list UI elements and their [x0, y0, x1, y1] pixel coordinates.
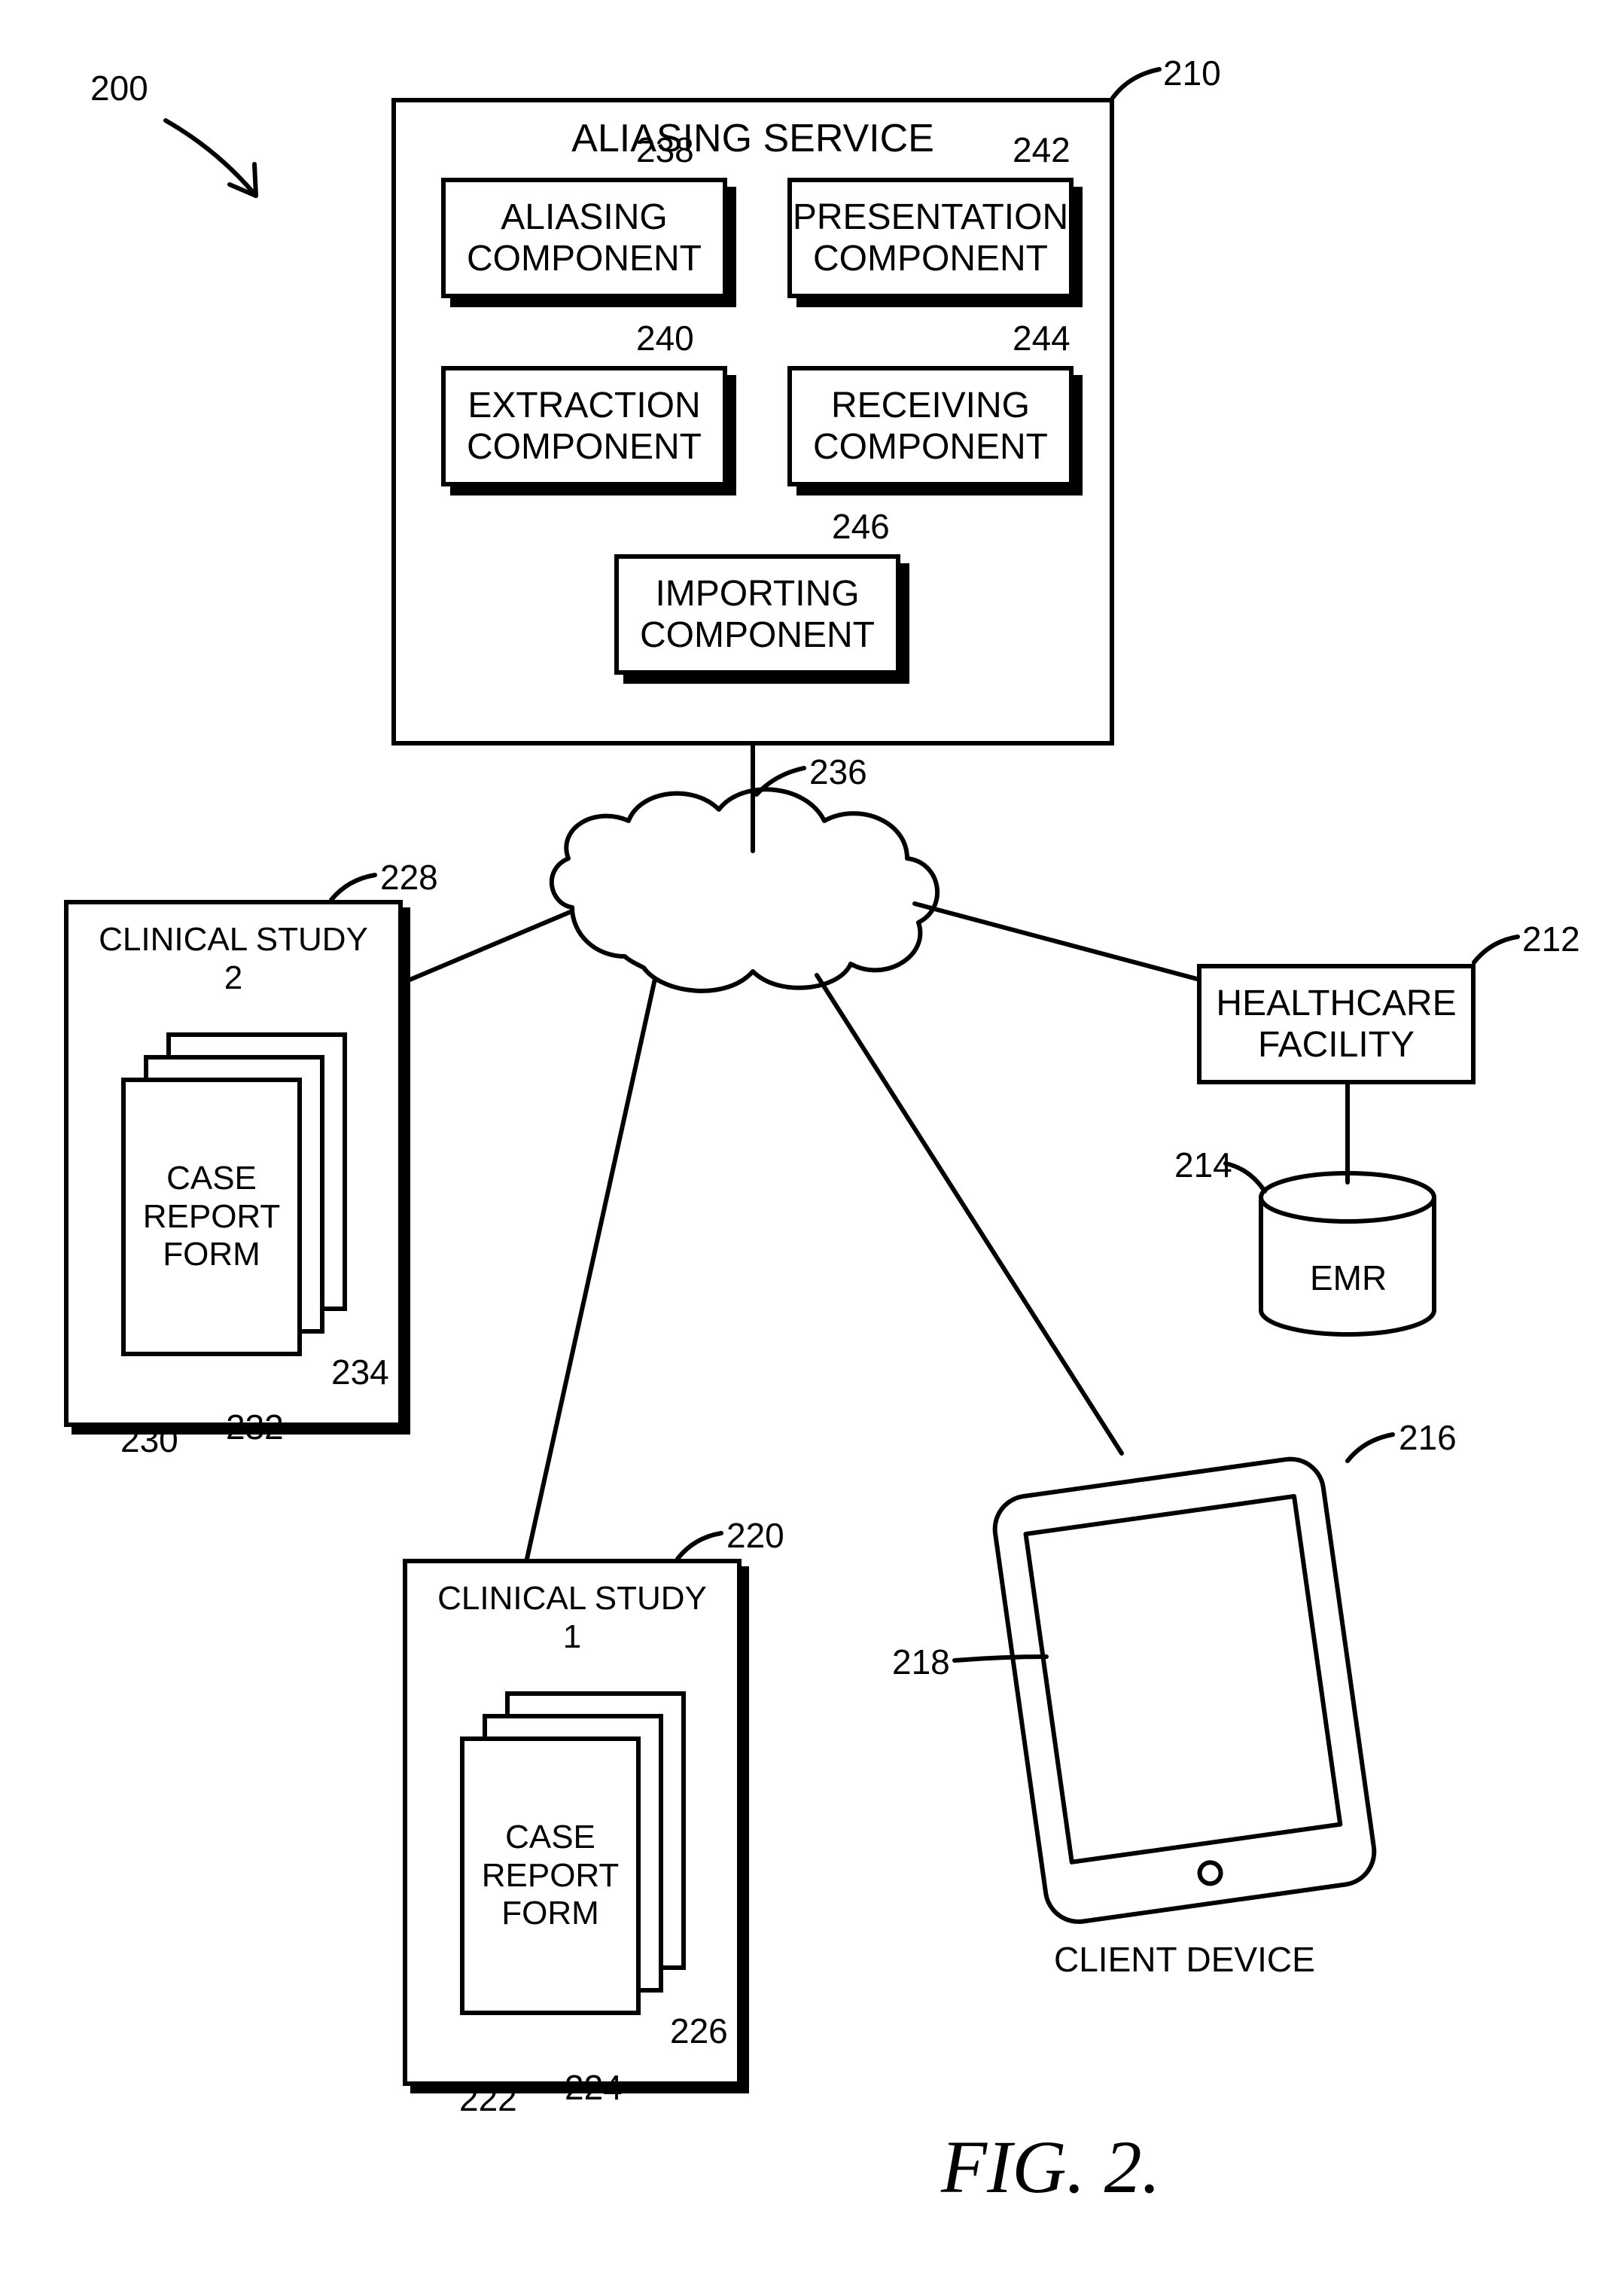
- cloud-icon: [552, 789, 937, 991]
- healthcare-facility-label: HEALTHCARE FACILITY: [1216, 983, 1456, 1066]
- leader-216: [1348, 1435, 1393, 1461]
- ref-244: 244: [1013, 318, 1071, 358]
- ref-200: 200: [90, 68, 148, 108]
- receiving-component-box: RECEIVING COMPONENT: [787, 366, 1074, 486]
- ref-210: 210: [1163, 53, 1221, 93]
- clinical-study-1-title: CLINICAL STUDY 1: [407, 1580, 737, 1656]
- ref-230: 230: [120, 1419, 178, 1460]
- ref-224: 224: [565, 2067, 623, 2108]
- crf2-label: CASE REPORT FORM: [143, 1160, 281, 1274]
- clinical-study-2-title: CLINICAL STUDY 2: [69, 921, 398, 997]
- leader-210: [1113, 69, 1159, 98]
- figure-stage: 200 ALIASING SERVICE ALIASING COMPONENT …: [0, 0, 1605, 2296]
- ref-214: 214: [1174, 1145, 1232, 1185]
- crf1-front: CASE REPORT FORM: [460, 1736, 641, 2015]
- presentation-component-box: PRESENTATION COMPONENT: [787, 178, 1074, 298]
- extraction-component-label: EXTRACTION COMPONENT: [467, 385, 702, 468]
- ref-238: 238: [636, 130, 694, 170]
- aliasing-component-label: ALIASING COMPONENT: [467, 197, 702, 279]
- ref-212: 212: [1522, 919, 1580, 959]
- arrow-200-head: [230, 164, 256, 196]
- leader-228: [331, 875, 375, 900]
- clinical-study-1-box: CLINICAL STUDY 1 CASE REPORT FORM: [403, 1559, 742, 2086]
- crf2-front: CASE REPORT FORM: [121, 1078, 302, 1356]
- ref-226: 226: [670, 2011, 728, 2051]
- healthcare-facility-box: HEALTHCARE FACILITY: [1197, 964, 1476, 1084]
- client-device-label: CLIENT DEVICE: [1054, 1939, 1315, 1980]
- presentation-component-label: PRESENTATION COMPONENT: [793, 197, 1068, 279]
- ref-246: 246: [832, 506, 890, 547]
- ref-234: 234: [331, 1352, 389, 1392]
- receiving-component-label: RECEIVING COMPONENT: [813, 385, 1048, 468]
- leader-212: [1474, 937, 1518, 962]
- leader-218: [955, 1657, 1046, 1660]
- ref-236: 236: [809, 752, 867, 792]
- tablet-icon: [991, 1455, 1378, 1926]
- importing-component-box: IMPORTING COMPONENT: [614, 554, 900, 675]
- arrow-200-shaft: [166, 120, 256, 196]
- crf1-label: CASE REPORT FORM: [482, 1819, 620, 1933]
- ref-240: 240: [636, 318, 694, 358]
- ref-222: 222: [459, 2078, 517, 2119]
- clinical-study-2-box: CLINICAL STUDY 2 CASE REPORT FORM: [64, 900, 403, 1427]
- ref-228: 228: [380, 857, 438, 898]
- leader-236: [757, 768, 804, 794]
- ref-218: 218: [892, 1642, 950, 1682]
- ref-232: 232: [226, 1407, 284, 1447]
- importing-component-label: IMPORTING COMPONENT: [640, 573, 875, 656]
- emr-label: EMR: [1310, 1258, 1387, 1298]
- ref-242: 242: [1013, 130, 1071, 170]
- extraction-component-box: EXTRACTION COMPONENT: [441, 366, 727, 486]
- ref-216: 216: [1399, 1417, 1457, 1458]
- aliasing-service-title: ALIASING SERVICE: [396, 116, 1110, 161]
- aliasing-service-box: ALIASING SERVICE ALIASING COMPONENT PRES…: [391, 98, 1114, 746]
- ref-220: 220: [726, 1515, 784, 1556]
- figure-caption: FIG. 2.: [941, 2124, 1161, 2210]
- aliasing-component-box: ALIASING COMPONENT: [441, 178, 727, 298]
- leader-220: [678, 1533, 721, 1559]
